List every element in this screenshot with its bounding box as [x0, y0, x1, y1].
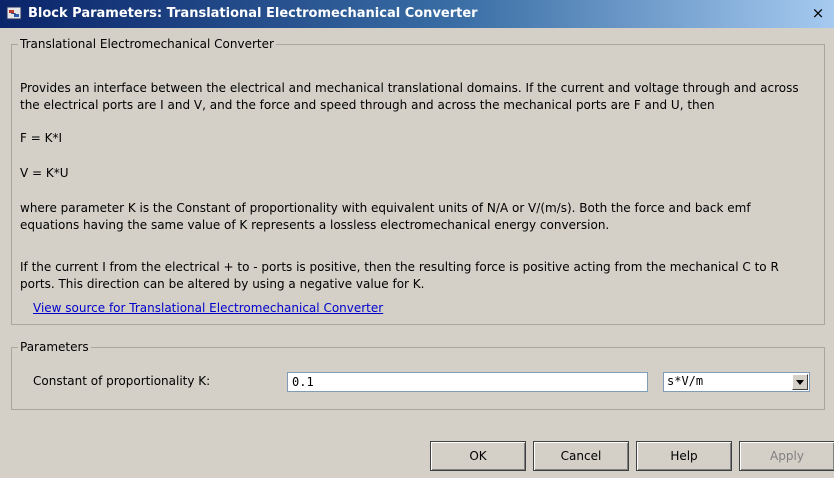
apply-button[interactable]: Apply	[739, 441, 834, 471]
chevron-down-icon[interactable]	[792, 374, 808, 390]
description-paragraph-k: where parameter K is the Constant of pro…	[20, 201, 751, 232]
title-bar: Block Parameters: Translational Electrom…	[0, 0, 834, 28]
close-icon[interactable]: ×	[808, 3, 828, 23]
view-source-link[interactable]: View source for Translational Electromec…	[33, 301, 383, 315]
description-paragraph-direction: If the current I from the electrical + t…	[20, 260, 779, 291]
equation-force: F = K*I	[20, 131, 62, 145]
k-unit-dropdown[interactable]: s*V/m	[663, 372, 810, 392]
cancel-button[interactable]: Cancel	[533, 441, 629, 471]
k-parameter-input[interactable]	[287, 372, 648, 392]
k-parameter-label: Constant of proportionality K:	[33, 374, 211, 388]
window-title: Block Parameters: Translational Electrom…	[28, 6, 478, 21]
description-intro: Provides an interface between the electr…	[20, 81, 799, 112]
description-group-title: Translational Electromechanical Converte…	[20, 37, 274, 51]
simulink-block-icon	[6, 5, 22, 21]
help-button[interactable]: Help	[636, 441, 732, 471]
parameters-group-title: Parameters	[20, 340, 89, 354]
equation-voltage: V = K*U	[20, 166, 69, 180]
ok-button[interactable]: OK	[430, 441, 526, 471]
k-unit-value: s*V/m	[667, 374, 704, 388]
